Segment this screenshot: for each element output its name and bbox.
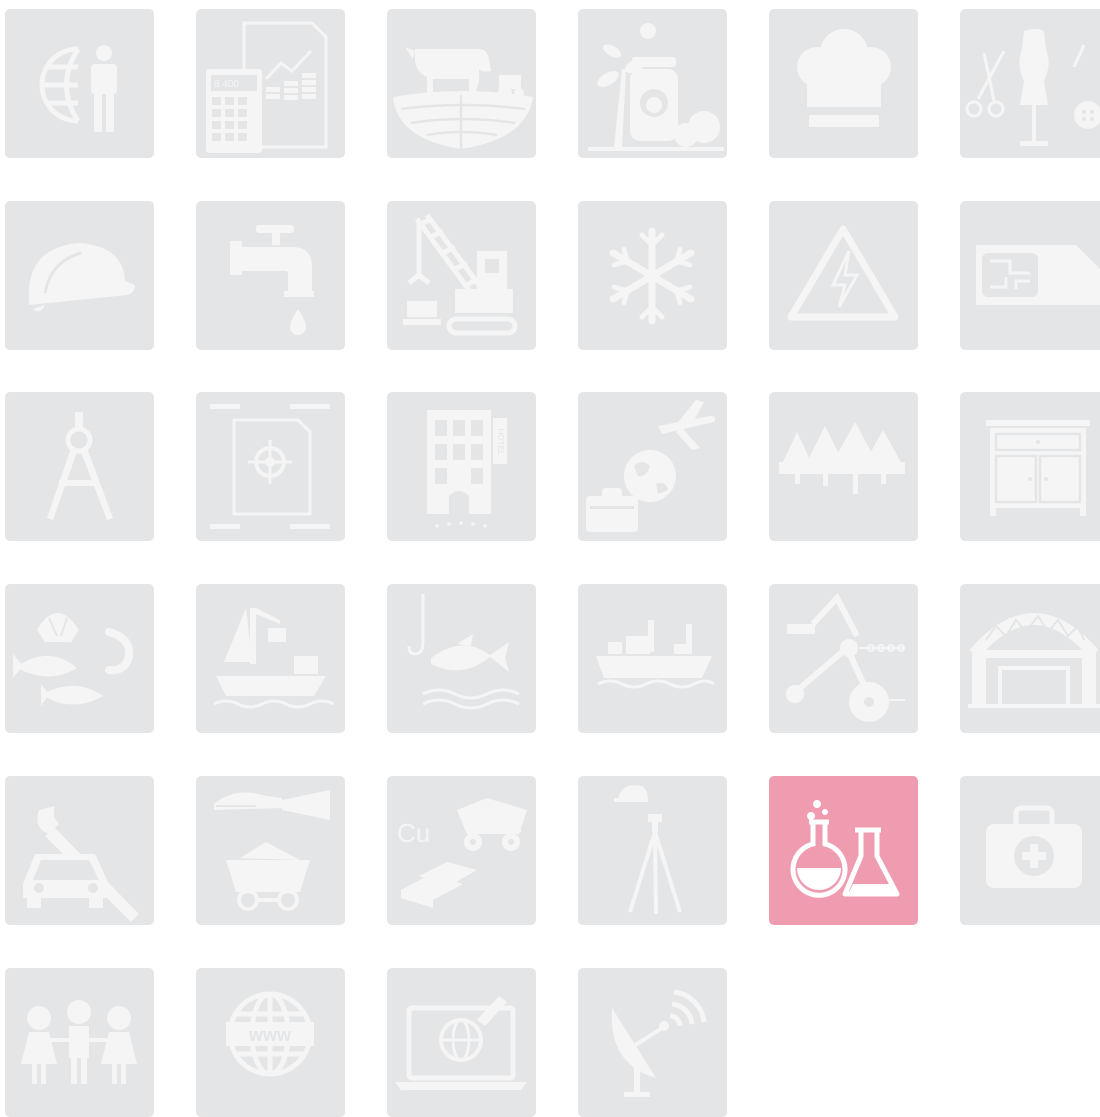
tile-electricity[interactable] bbox=[769, 201, 918, 350]
hotel-sign-text: HOTEL bbox=[496, 429, 505, 456]
www-label: www bbox=[248, 1025, 292, 1045]
tile-satellite[interactable] bbox=[578, 968, 727, 1117]
tile-car-repair[interactable] bbox=[5, 776, 154, 925]
travel-icon bbox=[586, 400, 716, 532]
machinery-icon bbox=[786, 592, 905, 722]
tile-food-preserves[interactable] bbox=[578, 9, 727, 158]
tile-chemistry[interactable] bbox=[769, 776, 918, 925]
tile-shipping[interactable] bbox=[578, 584, 727, 733]
chef-hat-icon bbox=[797, 29, 891, 127]
globe-person-icon bbox=[39, 45, 117, 132]
mining-cart-icon bbox=[214, 790, 330, 911]
sim-card-icon bbox=[976, 245, 1100, 305]
tile-it-support[interactable] bbox=[387, 968, 536, 1117]
agriculture-cow-icon bbox=[393, 47, 533, 149]
crane-icon bbox=[403, 213, 518, 336]
water-tap-icon bbox=[230, 225, 314, 335]
tile-globe-person[interactable] bbox=[5, 9, 154, 158]
tile-forestry[interactable] bbox=[769, 392, 918, 541]
high-voltage-icon bbox=[787, 225, 899, 321]
tile-blueprint[interactable] bbox=[196, 392, 345, 541]
port-cargo-icon bbox=[213, 608, 335, 709]
cabinet-icon bbox=[986, 420, 1090, 516]
tile-refrigeration[interactable] bbox=[578, 201, 727, 350]
www-globe-icon: www bbox=[226, 991, 314, 1077]
laptop-globe-icon bbox=[395, 996, 527, 1090]
surveying-icon bbox=[614, 785, 682, 915]
tile-seafood[interactable] bbox=[5, 584, 154, 733]
satellite-dish-icon bbox=[611, 989, 707, 1097]
drafting-compass-icon bbox=[47, 412, 113, 520]
tile-mining[interactable] bbox=[196, 776, 345, 925]
tile-first-aid[interactable] bbox=[960, 776, 1100, 925]
tile-hangar[interactable] bbox=[960, 584, 1100, 733]
calculator-display: 8.400 bbox=[214, 79, 239, 90]
copper-symbol: Cu bbox=[397, 818, 430, 848]
tile-furniture[interactable] bbox=[960, 392, 1100, 541]
finance-calculator-icon: 8.400 bbox=[206, 21, 328, 153]
tile-surveying[interactable] bbox=[578, 776, 727, 925]
tile-agriculture[interactable] bbox=[387, 9, 536, 158]
tile-chef[interactable] bbox=[769, 9, 918, 158]
tailoring-icon bbox=[965, 29, 1100, 146]
ship-icon bbox=[596, 620, 715, 689]
fishing-icon bbox=[407, 594, 520, 710]
tile-finance[interactable]: 8.400 bbox=[196, 9, 345, 158]
children-icon bbox=[21, 1000, 137, 1084]
copper-mining-icon: Cu bbox=[397, 798, 527, 908]
tile-fishing[interactable] bbox=[387, 584, 536, 733]
tile-construction-helmet[interactable] bbox=[5, 201, 154, 350]
tile-crane[interactable] bbox=[387, 201, 536, 350]
hard-hat-icon bbox=[28, 243, 135, 312]
tile-telecom[interactable] bbox=[960, 201, 1100, 350]
seafood-icon bbox=[13, 613, 134, 706]
tile-copper[interactable]: Cu bbox=[387, 776, 536, 925]
tile-hotel[interactable]: HOTEL bbox=[387, 392, 536, 541]
hotel-icon: HOTEL bbox=[427, 410, 507, 528]
tile-engineering[interactable] bbox=[5, 392, 154, 541]
tile-travel[interactable] bbox=[578, 392, 727, 541]
tile-plumbing[interactable] bbox=[196, 201, 345, 350]
forest-icon bbox=[779, 422, 905, 494]
tile-port[interactable] bbox=[196, 584, 345, 733]
blueprint-target-icon bbox=[210, 404, 330, 529]
first-aid-icon bbox=[986, 805, 1082, 888]
chemistry-lab-icon bbox=[790, 800, 900, 898]
tile-internet[interactable]: www bbox=[196, 968, 345, 1117]
car-repair-icon bbox=[23, 806, 139, 922]
tile-tailoring[interactable] bbox=[960, 9, 1100, 158]
tile-children[interactable] bbox=[5, 968, 154, 1117]
hangar-icon bbox=[968, 613, 1100, 708]
tile-machinery[interactable] bbox=[769, 584, 918, 733]
snowflake-icon bbox=[609, 227, 695, 325]
food-preserves-icon bbox=[588, 23, 724, 151]
